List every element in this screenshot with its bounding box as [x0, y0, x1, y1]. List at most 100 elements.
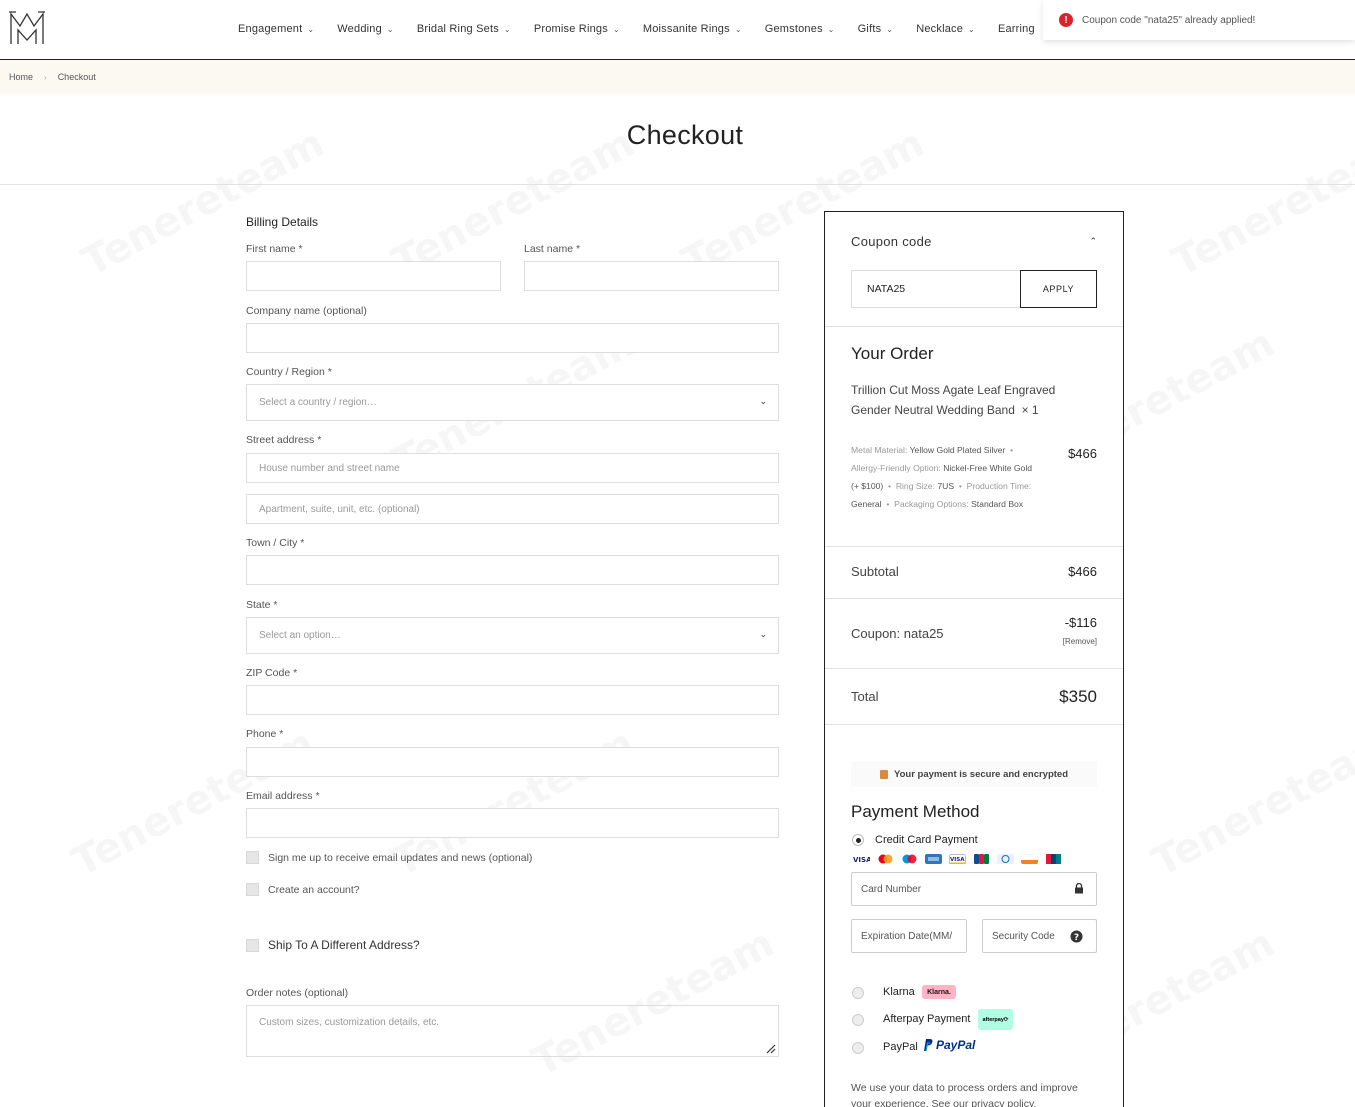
divider: [825, 326, 1123, 327]
accepted-cards: VISA VISA: [853, 854, 1069, 864]
apply-coupon-button[interactable]: APPLY: [1020, 270, 1097, 308]
nav-earring[interactable]: Earring: [998, 23, 1036, 35]
checkbox-icon: [246, 883, 259, 896]
order-notes-textarea[interactable]: Custom sizes, customization details, etc…: [246, 1005, 779, 1057]
main-nav: Engagement ⌄ Wedding ⌄ Bridal Ring Sets ⌄ P…: [230, 0, 1051, 58]
create-account-checkbox[interactable]: Create an account?: [246, 883, 360, 896]
site-header: Engagement ⌄ Wedding ⌄ Bridal Ring Sets ⌄ P…: [0, 0, 1355, 60]
credit-card-label[interactable]: Credit Card Payment: [875, 834, 978, 846]
total-value: $350: [1059, 687, 1097, 706]
ship-different-checkbox[interactable]: Ship To A Different Address?: [246, 938, 420, 952]
privacy-notice: We use your data to process orders and i…: [851, 1082, 1078, 1107]
diners-card-icon: [997, 854, 1014, 864]
meta-value: Yellow Gold Plated Silver: [909, 445, 1006, 455]
meta-label: Allergy-Friendly Option:: [851, 463, 941, 473]
country-select[interactable]: Select a country / region… ⌄: [246, 384, 779, 421]
last-name-input[interactable]: [524, 261, 779, 291]
meta-value: General: [851, 499, 882, 509]
order-notes-label: Order notes (optional): [246, 987, 349, 999]
nav-necklace[interactable]: Necklace ⌄: [916, 23, 975, 35]
error-icon: !: [1059, 13, 1073, 27]
meta-label: Production Time:: [966, 481, 1032, 491]
chevron-down-icon: ⌄: [307, 24, 315, 34]
paypal-logo: PayPal: [922, 1038, 975, 1052]
checkbox-icon: [246, 851, 259, 864]
chevron-up-icon[interactable]: ⌃: [1089, 236, 1097, 247]
divider: [0, 184, 1355, 185]
nav-wedding[interactable]: Wedding ⌄: [337, 23, 394, 35]
afterpay-label[interactable]: Afterpay Payment: [883, 1013, 970, 1025]
secure-payment-notice: Your payment is secure and encrypted: [851, 761, 1097, 787]
city-input[interactable]: [246, 555, 779, 585]
state-select[interactable]: Select an option… ⌄: [246, 617, 779, 654]
zip-label: ZIP Code *: [246, 667, 298, 679]
street-input[interactable]: House number and street name: [246, 453, 779, 483]
klarna-label[interactable]: Klarna: [883, 986, 915, 998]
city-label: Town / City *: [246, 537, 305, 549]
card-number-field[interactable]: Card Number: [851, 872, 1097, 906]
zip-input[interactable]: [246, 685, 779, 715]
nav-moissanite-rings[interactable]: Moissanite Rings ⌄: [643, 23, 742, 35]
first-name-label: First name *: [246, 243, 303, 255]
coupon-input[interactable]: NATA25: [851, 270, 1021, 308]
nav-gifts[interactable]: Gifts ⌄: [858, 23, 894, 35]
meta-value: 7US: [937, 481, 955, 491]
breadcrumb-current: Checkout: [57, 72, 96, 82]
chevron-down-icon: ⌄: [886, 24, 894, 34]
breadcrumb: Home › Checkout: [0, 60, 1355, 94]
paypal-label[interactable]: PayPal: [883, 1041, 918, 1053]
subtotal-value: $466: [1068, 564, 1097, 579]
jcb-card-icon: [974, 854, 989, 864]
first-name-input[interactable]: [246, 261, 501, 291]
nav-promise-rings[interactable]: Promise Rings ⌄: [534, 23, 620, 35]
divider: [825, 668, 1123, 669]
visa-card-icon: VISA: [853, 856, 870, 864]
meta-label: Ring Size:: [895, 481, 935, 491]
nav-engagement[interactable]: Engagement ⌄: [238, 23, 314, 35]
breadcrumb-home[interactable]: Home: [9, 72, 33, 82]
help-icon[interactable]: ?: [1070, 930, 1083, 943]
divider: [825, 724, 1123, 725]
apartment-input[interactable]: Apartment, suite, unit, etc. (optional): [246, 494, 779, 524]
meta-label: Metal Material:: [851, 445, 908, 455]
total-label: Total: [851, 689, 879, 704]
expiration-date-field[interactable]: Expiration Date(MM/: [851, 919, 967, 953]
coupon-section-title[interactable]: Coupon code: [851, 234, 932, 249]
mastercard-icon: [878, 854, 893, 864]
last-name-label: Last name *: [524, 243, 581, 255]
phone-input[interactable]: [246, 747, 779, 777]
billing-heading: Billing Details: [246, 215, 319, 229]
coupon-row-label: Coupon: nata25: [851, 626, 944, 641]
paypal-icon: [924, 1039, 933, 1052]
email-input[interactable]: [246, 808, 779, 838]
brand-logo[interactable]: [8, 10, 46, 46]
divider: [825, 598, 1123, 599]
afterpay-logo: afterpay⟳: [978, 1009, 1013, 1030]
newsletter-checkbox[interactable]: Sign me up to receive email updates and …: [246, 851, 532, 864]
security-code-field[interactable]: Security Code ?: [982, 919, 1097, 953]
create-account-label: Create an account?: [268, 883, 360, 896]
card-number-placeholder: Card Number: [861, 883, 922, 895]
company-input[interactable]: [246, 323, 779, 353]
state-placeholder: Select an option…: [259, 630, 341, 641]
svg-text:VISA: VISA: [950, 857, 965, 863]
nav-gemstones[interactable]: Gemstones ⌄: [765, 23, 835, 35]
coupon-discount-value: -$116: [1064, 615, 1097, 630]
nav-bridal-ring-sets[interactable]: Bridal Ring Sets ⌄: [417, 23, 511, 35]
country-placeholder: Select a country / region…: [259, 397, 377, 408]
remove-coupon-link[interactable]: [Remove]: [1063, 637, 1097, 646]
svg-text:VISA: VISA: [853, 856, 870, 864]
credit-card-radio[interactable]: [852, 834, 864, 846]
chevron-down-icon: ⌄: [386, 24, 394, 34]
paypal-wordmark: PayPal: [936, 1038, 976, 1052]
discover-card-icon: [1021, 854, 1038, 864]
resize-handle-icon[interactable]: [766, 1044, 776, 1054]
watermark: Tenereteam: [1145, 720, 1355, 886]
newsletter-label: Sign me up to receive email updates and …: [268, 851, 533, 864]
chevron-down-icon: ⌄: [827, 24, 835, 34]
klarna-radio[interactable]: [852, 987, 864, 999]
apartment-placeholder: Apartment, suite, unit, etc. (optional): [259, 503, 420, 515]
afterpay-radio[interactable]: [852, 1014, 864, 1026]
meta-value: Standard Box: [971, 499, 1024, 509]
paypal-radio[interactable]: [852, 1042, 864, 1054]
